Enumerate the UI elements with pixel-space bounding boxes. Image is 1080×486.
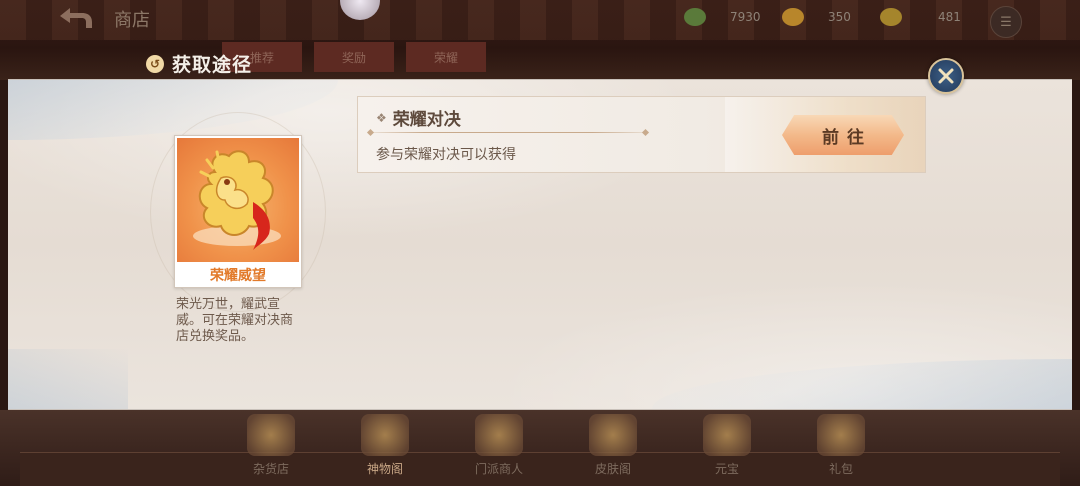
nav-ingot[interactable]: 元宝: [670, 410, 784, 486]
jade-icon: [684, 8, 706, 26]
currency-gold-token: 350: [782, 8, 851, 26]
golden-dragon-icon: [177, 138, 299, 262]
nav-sect-merchant-label: 门派商人: [474, 462, 523, 476]
currency-jade-value: 7930: [730, 10, 761, 24]
back-button[interactable]: [56, 4, 96, 32]
gold-token-icon: [782, 8, 804, 26]
shop-menu-button[interactable]: ☰: [990, 6, 1022, 38]
ingot-icon: [703, 414, 751, 456]
menu-icon: ☰: [1000, 14, 1012, 30]
nav-skin-shop[interactable]: 皮肤阁: [556, 410, 670, 486]
source-description: 参与荣耀对决可以获得: [376, 147, 516, 163]
source-header: ❖ 荣耀对决: [376, 105, 461, 130]
diamond-bullet-icon: ❖: [376, 110, 387, 125]
gift-pack-icon: [817, 414, 865, 456]
currency-coin: 481: [880, 8, 961, 26]
nav-gift-pack-label: 礼包: [828, 462, 853, 476]
shop-bottom-nav: 杂货店 神物阁 门派商人 皮肤阁 元宝 礼包: [214, 410, 898, 486]
source-icon: ↺: [146, 54, 164, 73]
close-button[interactable]: [928, 58, 964, 94]
nav-ingot-label: 元宝: [714, 462, 739, 476]
sect-merchant-icon: [475, 414, 523, 456]
nav-grocery-label: 杂货店: [252, 462, 289, 476]
item-card[interactable]: 荣耀威望: [174, 135, 302, 288]
coin-icon: [880, 8, 902, 26]
currency-coin-value: 481: [938, 10, 961, 24]
shop-top-tabs: 推荐 奖励 荣耀: [222, 42, 486, 72]
panel-wave-decoration: [652, 359, 1072, 409]
nav-skin-shop-label: 皮肤阁: [594, 462, 631, 476]
source-row: ❖ 荣耀对决 参与荣耀对决可以获得 前往: [357, 96, 926, 173]
panel-wave-decoration: [8, 349, 128, 409]
nav-divine-items[interactable]: 神物阁: [328, 410, 442, 486]
currency-jade: 7930: [684, 8, 761, 26]
shop-title: 商店: [114, 10, 150, 31]
panel-title: 获取途径: [172, 54, 253, 76]
panel-header: ↺ 获取途径: [146, 50, 252, 77]
skin-shop-icon: [589, 414, 637, 456]
go-to-button[interactable]: 前往: [782, 115, 904, 155]
nav-divine-items-label: 神物阁: [366, 462, 403, 476]
close-icon: [938, 68, 954, 84]
source-divider: [368, 132, 648, 133]
tab-glory[interactable]: 荣耀: [406, 42, 486, 72]
divine-items-icon: [361, 414, 409, 456]
item-name: 荣耀威望: [210, 268, 266, 284]
nav-grocery[interactable]: 杂货店: [214, 410, 328, 486]
nav-gift-pack[interactable]: 礼包: [784, 410, 898, 486]
tab-rewards[interactable]: 奖励: [314, 42, 394, 72]
item-description: 荣光万世，耀武宣威。可在荣耀对决商店兑换奖品。: [176, 297, 294, 344]
nav-sect-merchant[interactable]: 门派商人: [442, 410, 556, 486]
source-name: 荣耀对决: [392, 110, 461, 130]
grocery-icon: [247, 414, 295, 456]
currency-gold-token-value: 350: [828, 10, 851, 24]
back-arrow-icon: [60, 8, 92, 28]
